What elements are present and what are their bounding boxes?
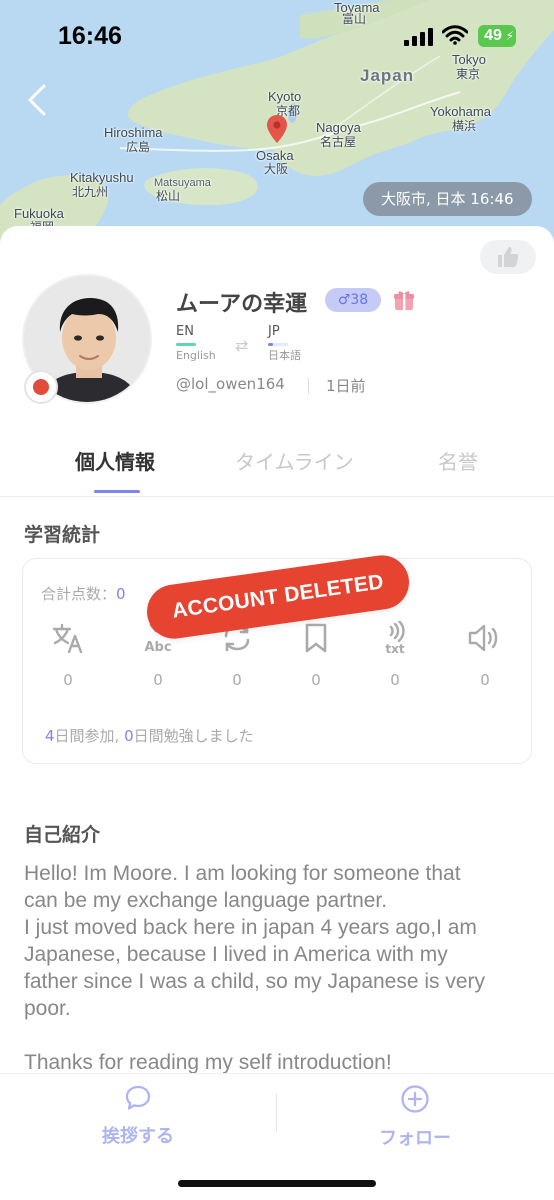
study-days: 0	[124, 727, 134, 745]
total-score-label: 合計点数：	[41, 585, 117, 603]
native-language-name: English	[176, 349, 216, 362]
map-label-hiroshima: Hiroshima	[104, 125, 163, 140]
map-label-nagoya: Nagoya	[316, 120, 361, 135]
map-label-hiroshima-jp: 広島	[126, 140, 151, 154]
bookmark-icon	[305, 623, 327, 653]
bio-text: Hello! Im Moore. I am looking for someon…	[24, 860, 534, 1076]
total-score: 合計点数：0	[41, 583, 126, 604]
native-language: EN English	[176, 324, 236, 362]
stat-translate-value: 0	[63, 671, 73, 689]
bottom-action-bar: 挨拶する フォロー	[0, 1073, 554, 1200]
status-dot-fill	[33, 379, 49, 395]
map-label-yokohama: Yokohama	[430, 104, 491, 119]
cellular-signal-icon	[404, 28, 433, 46]
user-handle: @lol_owen164	[176, 375, 285, 393]
plus-circle-icon	[401, 1085, 429, 1113]
activity-summary: 4日間参加, 0日間勉強しました	[45, 725, 254, 746]
like-button[interactable]	[480, 240, 536, 274]
study-days-label: 日間勉強しました	[133, 727, 254, 745]
map-label-kitakyushu-jp: 北九州	[72, 185, 109, 199]
learning-language-bar	[268, 343, 288, 346]
map-label-yokohama-jp: 横浜	[452, 119, 477, 133]
stat-bookmark[interactable]: 0	[286, 621, 346, 689]
learning-language-name: 日本語	[268, 349, 301, 362]
bio-line: Thanks for reading my self introduction!	[24, 1051, 392, 1074]
status-time: 16:46	[58, 22, 122, 50]
language-swap-icon: ⇄	[235, 336, 249, 355]
battery-icon: 49 ⚡	[478, 25, 516, 47]
bio-title: 自己紹介	[24, 824, 101, 846]
follow-button-label: フォロー	[379, 1128, 451, 1149]
stat-speaker-value: 0	[480, 671, 490, 689]
last-seen: 1日前	[326, 377, 366, 395]
meta-divider	[308, 378, 309, 394]
greet-button[interactable]: 挨拶する	[68, 1084, 208, 1148]
tab-profile-info[interactable]: 個人情報	[75, 446, 155, 475]
bio-line: poor.	[24, 997, 71, 1020]
online-status-dot	[24, 370, 58, 404]
audio-text-icon: txt	[385, 621, 405, 655]
speaker-icon	[468, 624, 498, 652]
location-pin-icon	[267, 115, 287, 143]
map-label-kyoto: Kyoto	[268, 89, 302, 104]
bottom-divider	[276, 1094, 277, 1132]
joined-days-label: 日間参加,	[54, 727, 125, 745]
map-label-fukuoka: Fukuoka	[14, 206, 64, 221]
stat-bookmark-value: 0	[311, 671, 321, 689]
bio-line	[24, 1022, 534, 1049]
back-chevron-icon[interactable]	[22, 82, 54, 118]
stat-audio-text-value: 0	[390, 671, 400, 689]
gender-age-badge: ♂38	[325, 288, 381, 312]
follow-button[interactable]: フォロー	[345, 1084, 485, 1150]
gift-icon[interactable]	[392, 288, 416, 312]
bio-line: can be my exchange language partner.	[24, 889, 388, 912]
stat-speaker[interactable]: 0	[455, 621, 515, 689]
profile-name: ムーアの幸運	[176, 292, 308, 317]
joined-days: 4	[45, 727, 55, 745]
charging-bolt-icon: ⚡	[505, 29, 514, 43]
bio-line: father since I was a child, so my Japane…	[24, 970, 486, 993]
native-language-code: EN	[176, 324, 194, 339]
status-bar: 16:46 49 ⚡	[0, 0, 554, 70]
wifi-icon	[442, 25, 468, 45]
learning-language: JP 日本語	[268, 324, 328, 362]
bio-line: Hello! Im Moore. I am looking for someon…	[24, 862, 461, 885]
map-label-osaka: Osaka	[256, 148, 294, 163]
svg-text:txt: txt	[385, 642, 404, 655]
chat-bubble-icon	[125, 1085, 151, 1110]
learning-language-level	[268, 343, 273, 346]
stats-title: 学習統計	[24, 524, 101, 546]
location-time-chip: 大阪市, 日本 16:46	[363, 182, 532, 216]
stat-abc-value: 0	[153, 671, 163, 689]
tab-timeline[interactable]: タイムライン	[235, 446, 354, 475]
stat-translate[interactable]: 0	[38, 621, 98, 689]
battery-level: 49	[484, 27, 502, 44]
bio-line: I just moved back here in japan 4 years …	[24, 916, 477, 939]
greet-button-label: 挨拶する	[102, 1126, 174, 1147]
tab-honors[interactable]: 名誉	[438, 446, 478, 475]
thumbs-up-icon	[498, 247, 519, 267]
total-score-value: 0	[116, 585, 126, 603]
svg-text:Abc: Abc	[144, 640, 171, 655]
tabs-divider	[0, 496, 554, 497]
stat-audio-text[interactable]: txt 0	[365, 621, 425, 689]
map-label-japan: Japan	[360, 66, 415, 85]
profile-tabs: 個人情報 タイムライン 名誉	[0, 446, 554, 496]
home-indicator	[178, 1180, 376, 1187]
map-label-kitakyushu: Kitakyushu	[70, 170, 134, 185]
translate-icon	[52, 623, 83, 653]
profile-card: ムーアの幸運 ♂38 EN English ⇄ JP 日本語 @lol_owen…	[0, 226, 554, 1200]
bio-line: Japanese, because I lived in America wit…	[24, 943, 448, 966]
map-label-osaka-jp: 大阪	[264, 162, 289, 176]
map-label-nagoya-jp: 名古屋	[320, 135, 357, 149]
map-label-matsuyama-jp: 松山	[156, 189, 181, 203]
active-tab-indicator	[94, 490, 140, 493]
stat-repeat-value: 0	[232, 671, 242, 689]
native-language-bar	[176, 343, 196, 346]
learning-language-code: JP	[268, 324, 280, 339]
